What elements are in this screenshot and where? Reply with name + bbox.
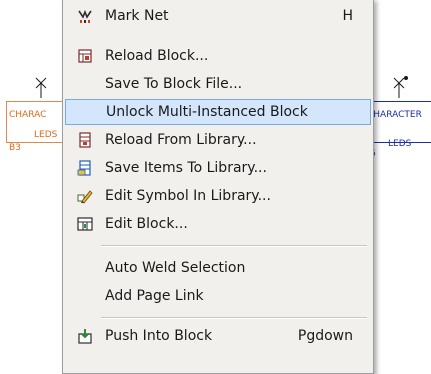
menu-item-label: Reload Block... xyxy=(105,48,209,64)
menu-item-label: Reload From Library... xyxy=(105,132,257,148)
antenna-symbol-left-icon xyxy=(35,77,47,98)
schematic-block-left-label: CHARAC xyxy=(9,110,47,120)
menu-item-label: Add Page Link xyxy=(105,288,204,304)
schematic-block-left-ref: B3 xyxy=(9,143,21,153)
menu-item-push-into-block[interactable]: Push Into Block Pgdown xyxy=(65,323,371,349)
menu-item-save-items-to-library[interactable]: Save Items To Library... xyxy=(65,155,371,181)
menu-item-shortcut: Pgdown xyxy=(297,328,353,344)
antenna-symbol-right-icon xyxy=(393,76,408,98)
menu-item-label: Auto Weld Selection xyxy=(105,260,246,276)
menu-item-label: Push Into Block xyxy=(105,328,213,344)
menu-item-reload-from-library[interactable]: Reload From Library... xyxy=(65,127,371,153)
menu-item-edit-symbol-in-library[interactable]: Edit Symbol In Library... xyxy=(65,183,371,209)
menu-separator xyxy=(101,317,367,319)
menu-separator xyxy=(101,245,367,247)
push-into-block-icon xyxy=(78,329,92,344)
menu-item-reload-block[interactable]: Reload Block... xyxy=(65,43,371,69)
menu-item-label: Unlock Multi-Instanced Block xyxy=(106,104,308,120)
menu-item-shortcut: H xyxy=(342,8,353,24)
schematic-block-right-sublabel: LEDS xyxy=(388,139,412,149)
menu-item-label: Save Items To Library... xyxy=(105,160,267,176)
edit-block-icon xyxy=(77,217,93,231)
menu-item-edit-block[interactable]: Edit Block... xyxy=(65,211,371,237)
edit-symbol-icon xyxy=(77,190,93,204)
reload-block-icon xyxy=(78,49,92,63)
menu-item-label: Edit Symbol In Library... xyxy=(105,188,271,204)
menu-item-label: Edit Block... xyxy=(105,216,188,232)
menu-item-add-page-link[interactable]: Add Page Link xyxy=(65,283,371,309)
menu-item-mark-net[interactable]: Mark Net H xyxy=(65,3,371,29)
menu-item-label: Mark Net xyxy=(105,8,169,24)
menu-item-auto-weld-selection[interactable]: Auto Weld Selection xyxy=(65,255,371,281)
mark-net-icon xyxy=(78,9,92,23)
menu-item-unlock-multi-instanced-block[interactable]: Unlock Multi-Instanced Block xyxy=(65,99,371,125)
save-library-icon xyxy=(77,160,91,176)
reload-library-icon xyxy=(79,132,91,148)
context-menu: Mark Net H Reload Block... Save To Block… xyxy=(62,0,374,374)
schematic-block-right-label: CHARACTER xyxy=(367,110,422,120)
menu-item-label: Save To Block File... xyxy=(105,76,243,92)
schematic-block-left-sublabel: LEDS xyxy=(34,130,58,140)
menu-item-save-to-block-file[interactable]: Save To Block File... xyxy=(65,71,371,97)
